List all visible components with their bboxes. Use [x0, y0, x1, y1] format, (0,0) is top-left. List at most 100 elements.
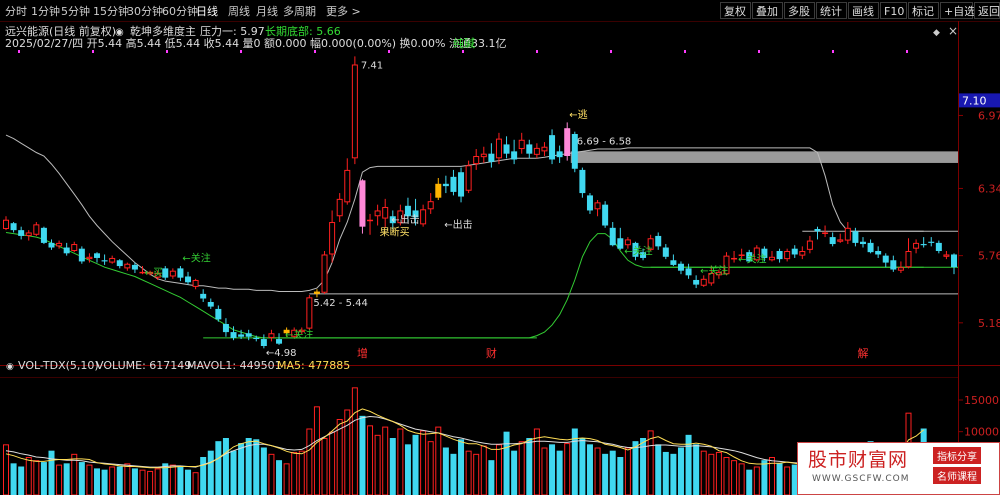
period-tab-1[interactable]: 1分钟	[31, 3, 60, 19]
volume-value: VOLUME: 617149	[96, 359, 191, 372]
volume-bar	[313, 406, 320, 495]
volume-bar	[761, 460, 768, 495]
ma5-line	[5, 408, 925, 469]
candle-body	[700, 278, 707, 286]
event-marker-0: 增	[357, 346, 368, 360]
candle-body	[624, 239, 631, 246]
volume-bar	[86, 464, 93, 495]
volume-bar	[473, 453, 480, 495]
bottom-green-line	[5, 232, 924, 339]
toolbar-button-0[interactable]: 复权	[720, 2, 751, 19]
toolbar-button-7[interactable]: +自选	[940, 2, 975, 19]
candle-body	[503, 144, 510, 154]
candle-body	[40, 227, 47, 243]
period-tab-5[interactable]: 60分钟	[162, 3, 198, 19]
candle-body	[162, 268, 169, 278]
toolbar-button-6[interactable]: 标记	[908, 2, 939, 19]
event-marker-2: 解	[857, 346, 868, 360]
volume-bar	[230, 450, 237, 495]
candle-body	[609, 227, 616, 246]
period-tab-9[interactable]: 多周期	[283, 3, 316, 19]
period-tab-2[interactable]: 5分钟	[61, 3, 90, 19]
period-tab-6[interactable]: 日线	[196, 3, 218, 19]
event-marker-1: 财	[486, 346, 497, 360]
volume-bar	[617, 457, 624, 495]
volume-bar	[185, 469, 192, 495]
price-tick-4: 5.18	[978, 317, 1000, 330]
volume-bar	[207, 450, 214, 495]
candle-body	[594, 202, 601, 210]
resistance-zone	[570, 151, 958, 163]
candle-body	[268, 333, 275, 338]
volume-bar	[222, 438, 229, 495]
period-tab-3[interactable]: 15分钟	[93, 3, 129, 19]
volume-bar	[526, 438, 533, 495]
volume-bar	[655, 444, 662, 495]
candle-body	[480, 153, 487, 158]
candle-body	[943, 254, 950, 257]
candle-body	[473, 156, 480, 165]
mavol1-value: MAVOL1: 449501	[187, 359, 282, 372]
candle-body	[890, 260, 897, 270]
period-tab-8[interactable]: 月线	[256, 3, 278, 19]
candle-body	[564, 128, 571, 156]
toolbar-button-3[interactable]: 统计	[816, 2, 847, 19]
volume-bar	[25, 457, 32, 495]
toolbar-button-5[interactable]: F10	[880, 2, 907, 19]
volume-bar	[594, 447, 601, 495]
period-tab-7[interactable]: 周线	[228, 3, 250, 19]
candle-body	[852, 231, 859, 243]
candle-body	[905, 251, 912, 268]
candle-body	[867, 242, 874, 253]
volume-bar	[78, 462, 85, 495]
period-tab-4[interactable]: 30分钟	[127, 3, 163, 19]
volume-bar	[480, 445, 487, 495]
volume-bar	[154, 468, 161, 495]
volume-bar	[549, 444, 556, 495]
candle-body	[579, 169, 586, 194]
volume-bar	[776, 463, 783, 495]
candle-body	[192, 279, 199, 287]
volume-bar	[10, 463, 17, 495]
price-tick-2: 6.34	[978, 182, 1000, 195]
volume-bar	[351, 387, 358, 495]
volume-bar	[192, 472, 199, 495]
volume-bar	[700, 450, 707, 495]
chart-annotation-2: ←出击	[391, 213, 419, 226]
candle-body	[260, 339, 267, 346]
period-tab-0[interactable]: 分时	[5, 3, 27, 19]
candle-body	[367, 219, 374, 222]
volume-bar	[329, 431, 336, 495]
candle-body	[169, 270, 176, 277]
volume-bar	[784, 466, 791, 495]
toolbar-button-1[interactable]: 叠加	[752, 2, 783, 19]
candle-body	[541, 146, 548, 152]
toolbar-button-2[interactable]: 多股	[784, 2, 815, 19]
period-tab-10[interactable]: 更多 >	[326, 3, 361, 19]
toolbar-button-4[interactable]: 画线	[848, 2, 879, 19]
volume-bar	[169, 464, 176, 495]
candle-body	[776, 251, 783, 260]
volume-bar	[488, 460, 495, 495]
volume-bar	[647, 430, 654, 495]
candle-body	[882, 255, 889, 263]
indicator-name: 乾坤多维度主	[130, 24, 196, 38]
volume-bar	[518, 441, 525, 495]
candle-body	[374, 210, 381, 217]
volume-bar	[238, 443, 245, 495]
candle-body	[78, 248, 85, 262]
quote-line: 2025/02/27/四 开5.44 高5.44 低5.44 收5.44 量0 …	[5, 36, 507, 50]
candle-body	[329, 222, 336, 255]
candle-body	[465, 165, 472, 191]
candle-body	[617, 238, 624, 249]
chart-annotation-4: 果断买	[380, 225, 410, 238]
volume-bar	[458, 439, 465, 495]
candle-body	[844, 227, 851, 241]
level-label-1: 6.69 - 6.58	[577, 136, 632, 147]
toolbar-button-8[interactable]: 返回	[974, 2, 1000, 19]
volume-tick-0: 15000	[964, 394, 999, 407]
volume-bar	[753, 466, 760, 495]
candle-body	[230, 332, 237, 338]
volume-bar	[412, 434, 419, 495]
candle-body	[586, 195, 593, 211]
